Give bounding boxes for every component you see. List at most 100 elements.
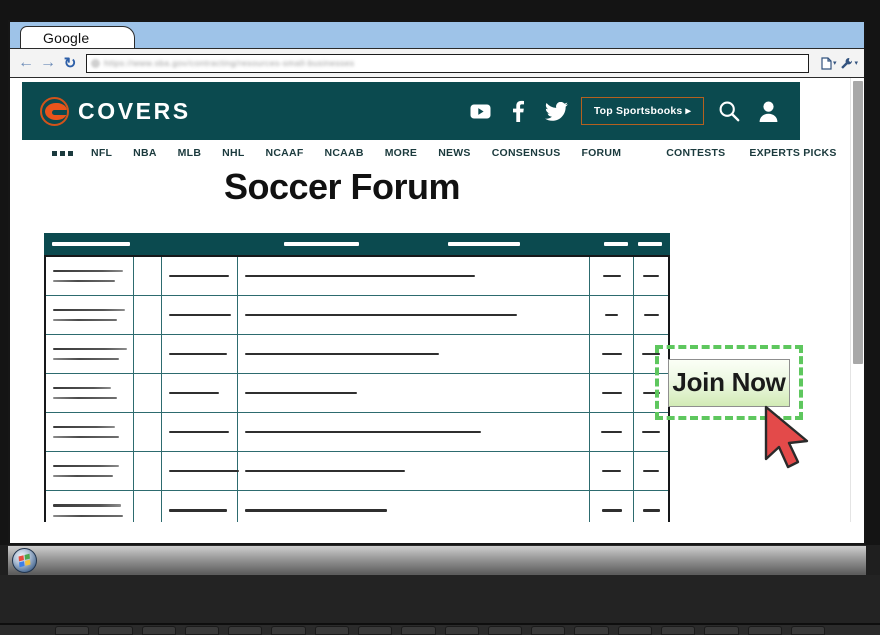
table-row[interactable] [46, 491, 668, 522]
redacted-text [169, 274, 229, 278]
keyboard-key [617, 626, 652, 635]
wrench-icon[interactable]: ▾ [840, 57, 858, 70]
nav-item-mlb[interactable]: MLB [178, 147, 202, 159]
cell-username [46, 335, 134, 373]
browser-tab-google[interactable]: Google [20, 26, 135, 48]
redacted-text [602, 469, 621, 473]
keyboard-key [660, 626, 696, 635]
top-sportsbooks-button[interactable]: Top Sportsbooks ▸ [580, 97, 704, 125]
redacted-text [642, 430, 660, 434]
nav-item-nhl[interactable]: NHL [222, 147, 244, 159]
nav-item-more[interactable]: MORE [385, 147, 418, 159]
redacted-text [53, 319, 117, 322]
table-row[interactable] [46, 335, 668, 374]
site-logo[interactable]: COVERS [40, 96, 191, 126]
nav-item-contests[interactable]: CONTESTS [666, 147, 725, 159]
reload-icon[interactable]: ↻ [60, 53, 80, 73]
cell-avatar [134, 374, 162, 412]
twitter-icon[interactable] [543, 98, 570, 125]
redacted-text [53, 358, 119, 361]
redacted-text [245, 509, 387, 512]
cell-thread-title [238, 491, 590, 522]
cell-thread-title [238, 452, 590, 490]
laptop-keyboard [0, 623, 880, 635]
redacted-text [53, 308, 125, 311]
cell-meta [162, 491, 238, 522]
cell-replies [590, 296, 634, 334]
page-menu-icon[interactable]: ▾ [821, 56, 837, 70]
cell-thread-title [238, 296, 590, 334]
browser-toolbar: ← → ↻ https://www.sba.gov/contracting/re… [10, 48, 864, 78]
keyboard-key [184, 626, 220, 635]
keyboard-key [228, 626, 263, 635]
nav-item-news[interactable]: NEWS [438, 147, 471, 159]
screen-bezel-left [0, 20, 8, 545]
keyboard-key [357, 626, 393, 635]
redacted-header-label [638, 242, 662, 246]
redacted-text [53, 436, 119, 439]
redacted-text [601, 430, 622, 434]
page-scrollbar-thumb[interactable] [853, 81, 863, 364]
site-logo-text: COVERS [78, 97, 191, 124]
address-bar-url: https://www.sba.gov/contracting/resource… [104, 58, 355, 68]
windows-start-orb-icon[interactable] [12, 548, 37, 573]
cell-meta [162, 257, 238, 295]
nav-item-consensus[interactable]: CONSENSUS [492, 147, 561, 159]
cell-avatar [134, 296, 162, 334]
cell-views [634, 452, 668, 490]
nav-item-forum[interactable]: FORUM [581, 147, 621, 159]
address-bar[interactable]: https://www.sba.gov/contracting/resource… [86, 53, 809, 73]
cell-username [46, 374, 134, 412]
cell-meta [162, 452, 239, 490]
cell-thread-title [238, 257, 590, 295]
nav-item-nfl[interactable]: NFL [91, 147, 112, 159]
redacted-text [53, 425, 115, 428]
youtube-icon[interactable] [467, 98, 494, 125]
table-row[interactable] [46, 296, 668, 335]
nav-item-nba[interactable]: NBA [133, 147, 157, 159]
laptop-body [0, 575, 880, 635]
page-title: Soccer Forum [223, 166, 461, 207]
site-navigation: NFL NBA MLB NHL NCAAF NCAAB MORE NEWS CO… [22, 140, 836, 166]
nav-item-ncaaf[interactable]: NCAAF [266, 147, 304, 159]
table-row[interactable] [46, 452, 668, 491]
forward-arrow-icon[interactable]: → [38, 53, 58, 73]
site-navigation-secondary: CONTESTS EXPERTS PICKS [642, 147, 836, 159]
cell-views [634, 491, 668, 522]
table-row[interactable] [46, 374, 668, 413]
overflow-menu-icon[interactable] [52, 150, 73, 156]
join-now-button[interactable]: Join Now [668, 358, 790, 407]
table-row[interactable] [46, 413, 668, 452]
user-account-icon[interactable] [754, 97, 782, 125]
cell-replies [590, 257, 634, 295]
keyboard-key [55, 626, 90, 635]
keyboard-key [574, 626, 609, 635]
nav-item-experts-picks[interactable]: EXPERTS PICKS [749, 147, 836, 159]
cell-meta [162, 335, 238, 373]
forum-thread-table [44, 233, 670, 522]
cell-avatar [134, 452, 162, 490]
keyboard-key [531, 626, 566, 635]
cell-avatar [134, 257, 162, 295]
redacted-text [53, 280, 115, 283]
search-icon[interactable] [715, 97, 743, 125]
keyboard-key [401, 626, 436, 635]
back-arrow-icon[interactable]: ← [16, 53, 36, 73]
keyboard-key [790, 626, 826, 635]
page-scrollbar[interactable] [850, 78, 864, 522]
redacted-text [169, 509, 227, 512]
redacted-header-label [448, 242, 520, 246]
redacted-text [601, 391, 622, 395]
redacted-text [169, 469, 239, 473]
cell-avatar [134, 413, 162, 451]
cell-thread-title [238, 374, 590, 412]
facebook-icon[interactable] [505, 98, 532, 125]
nav-item-ncaab[interactable]: NCAAB [325, 147, 364, 159]
covers-logo-icon [40, 96, 69, 126]
redacted-text [643, 313, 659, 317]
redacted-header-label [52, 242, 130, 246]
table-row[interactable] [46, 257, 668, 296]
forum-table-header [44, 233, 670, 255]
windows-taskbar [8, 545, 866, 575]
page-menu-caret-icon: ▾ [832, 60, 837, 67]
